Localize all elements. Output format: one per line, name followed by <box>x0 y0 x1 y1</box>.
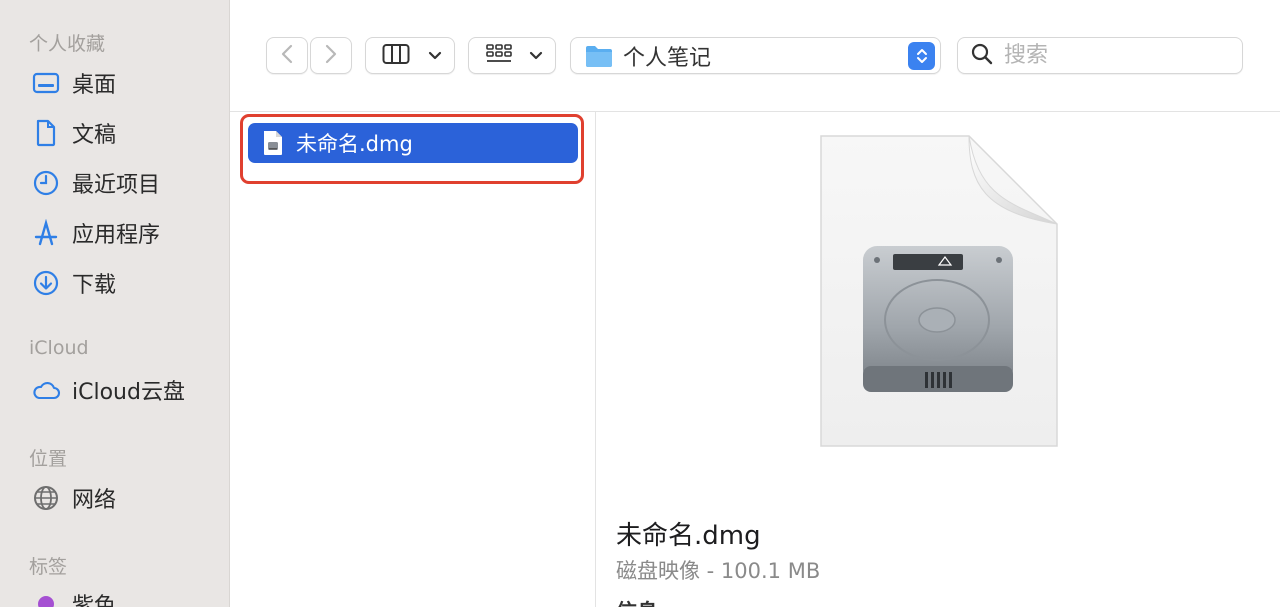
sidebar-item-tag-purple[interactable]: 紫色 <box>30 586 220 607</box>
sidebar-item-downloads[interactable]: 下载 <box>30 265 220 301</box>
sidebar-item-applications[interactable]: 应用程序 <box>30 215 220 251</box>
sidebar-item-recents[interactable]: 最近项目 <box>30 165 220 201</box>
search-box[interactable] <box>957 37 1243 74</box>
path-popup-button[interactable]: 个人笔记 <box>570 37 941 74</box>
view-mode-button[interactable] <box>365 37 455 74</box>
search-input[interactable] <box>1004 43 1234 68</box>
preview-file-kind-size: 磁盘映像 - 100.1 MB <box>616 559 821 583</box>
cloud-icon <box>30 374 62 406</box>
annotation-highlight-box <box>240 114 584 184</box>
sidebar-item-label: 应用程序 <box>72 223 161 248</box>
sidebar-item-desktop[interactable]: 桌面 <box>30 65 220 101</box>
chevron-right-icon <box>324 43 338 69</box>
sidebar-item-documents[interactable]: 文稿 <box>30 115 220 151</box>
preview-file-name: 未命名.dmg <box>616 521 761 551</box>
sidebar-section-favorites: 个人收藏 <box>29 33 106 55</box>
clock-icon <box>30 167 62 199</box>
sidebar-item-icloud-drive[interactable]: iCloud云盘 <box>30 372 220 408</box>
toolbar: 个人笔记 <box>230 0 1280 112</box>
column-view-icon <box>382 43 410 69</box>
sidebar-item-label: 紫色 <box>72 594 117 607</box>
preview-info-heading: 信息 <box>616 596 658 607</box>
sidebar-section-icloud: iCloud <box>29 337 89 359</box>
sidebar-item-label: 下载 <box>72 273 117 298</box>
file-column: 未命名.dmg <box>230 112 596 607</box>
back-button[interactable] <box>266 37 308 74</box>
sidebar: 个人收藏 桌面 文稿 最近项目 应用程序 下载 iCloud iCloud云盘 … <box>0 0 230 607</box>
tag-color-dot-icon <box>30 588 62 607</box>
grid-icon <box>485 43 513 69</box>
sidebar-item-label: 网络 <box>72 488 117 513</box>
current-folder-label: 个人笔记 <box>623 45 712 71</box>
download-icon <box>30 267 62 299</box>
folder-icon <box>585 44 613 68</box>
forward-button[interactable] <box>310 37 352 74</box>
sidebar-item-label: 文稿 <box>72 123 117 148</box>
disk-image-preview-icon <box>819 134 1059 448</box>
document-icon <box>30 117 62 149</box>
desktop-icon <box>30 67 62 99</box>
chevron-left-icon <box>280 43 294 69</box>
sidebar-item-label: iCloud云盘 <box>72 380 185 405</box>
sidebar-item-label: 桌面 <box>72 73 117 98</box>
sidebar-section-locations: 位置 <box>29 448 68 470</box>
search-icon <box>970 42 994 70</box>
group-by-button[interactable] <box>468 37 556 74</box>
preview-pane: 未命名.dmg 磁盘映像 - 100.1 MB 信息 <box>597 112 1280 607</box>
applications-icon <box>30 217 62 249</box>
sidebar-item-network[interactable]: 网络 <box>30 480 220 516</box>
globe-icon <box>30 482 62 514</box>
sidebar-section-tags: 标签 <box>29 556 68 578</box>
chevron-down-icon <box>529 46 543 65</box>
chevron-down-icon <box>428 46 442 65</box>
updown-chevron-icon <box>908 42 935 70</box>
sidebar-item-label: 最近项目 <box>72 173 161 198</box>
